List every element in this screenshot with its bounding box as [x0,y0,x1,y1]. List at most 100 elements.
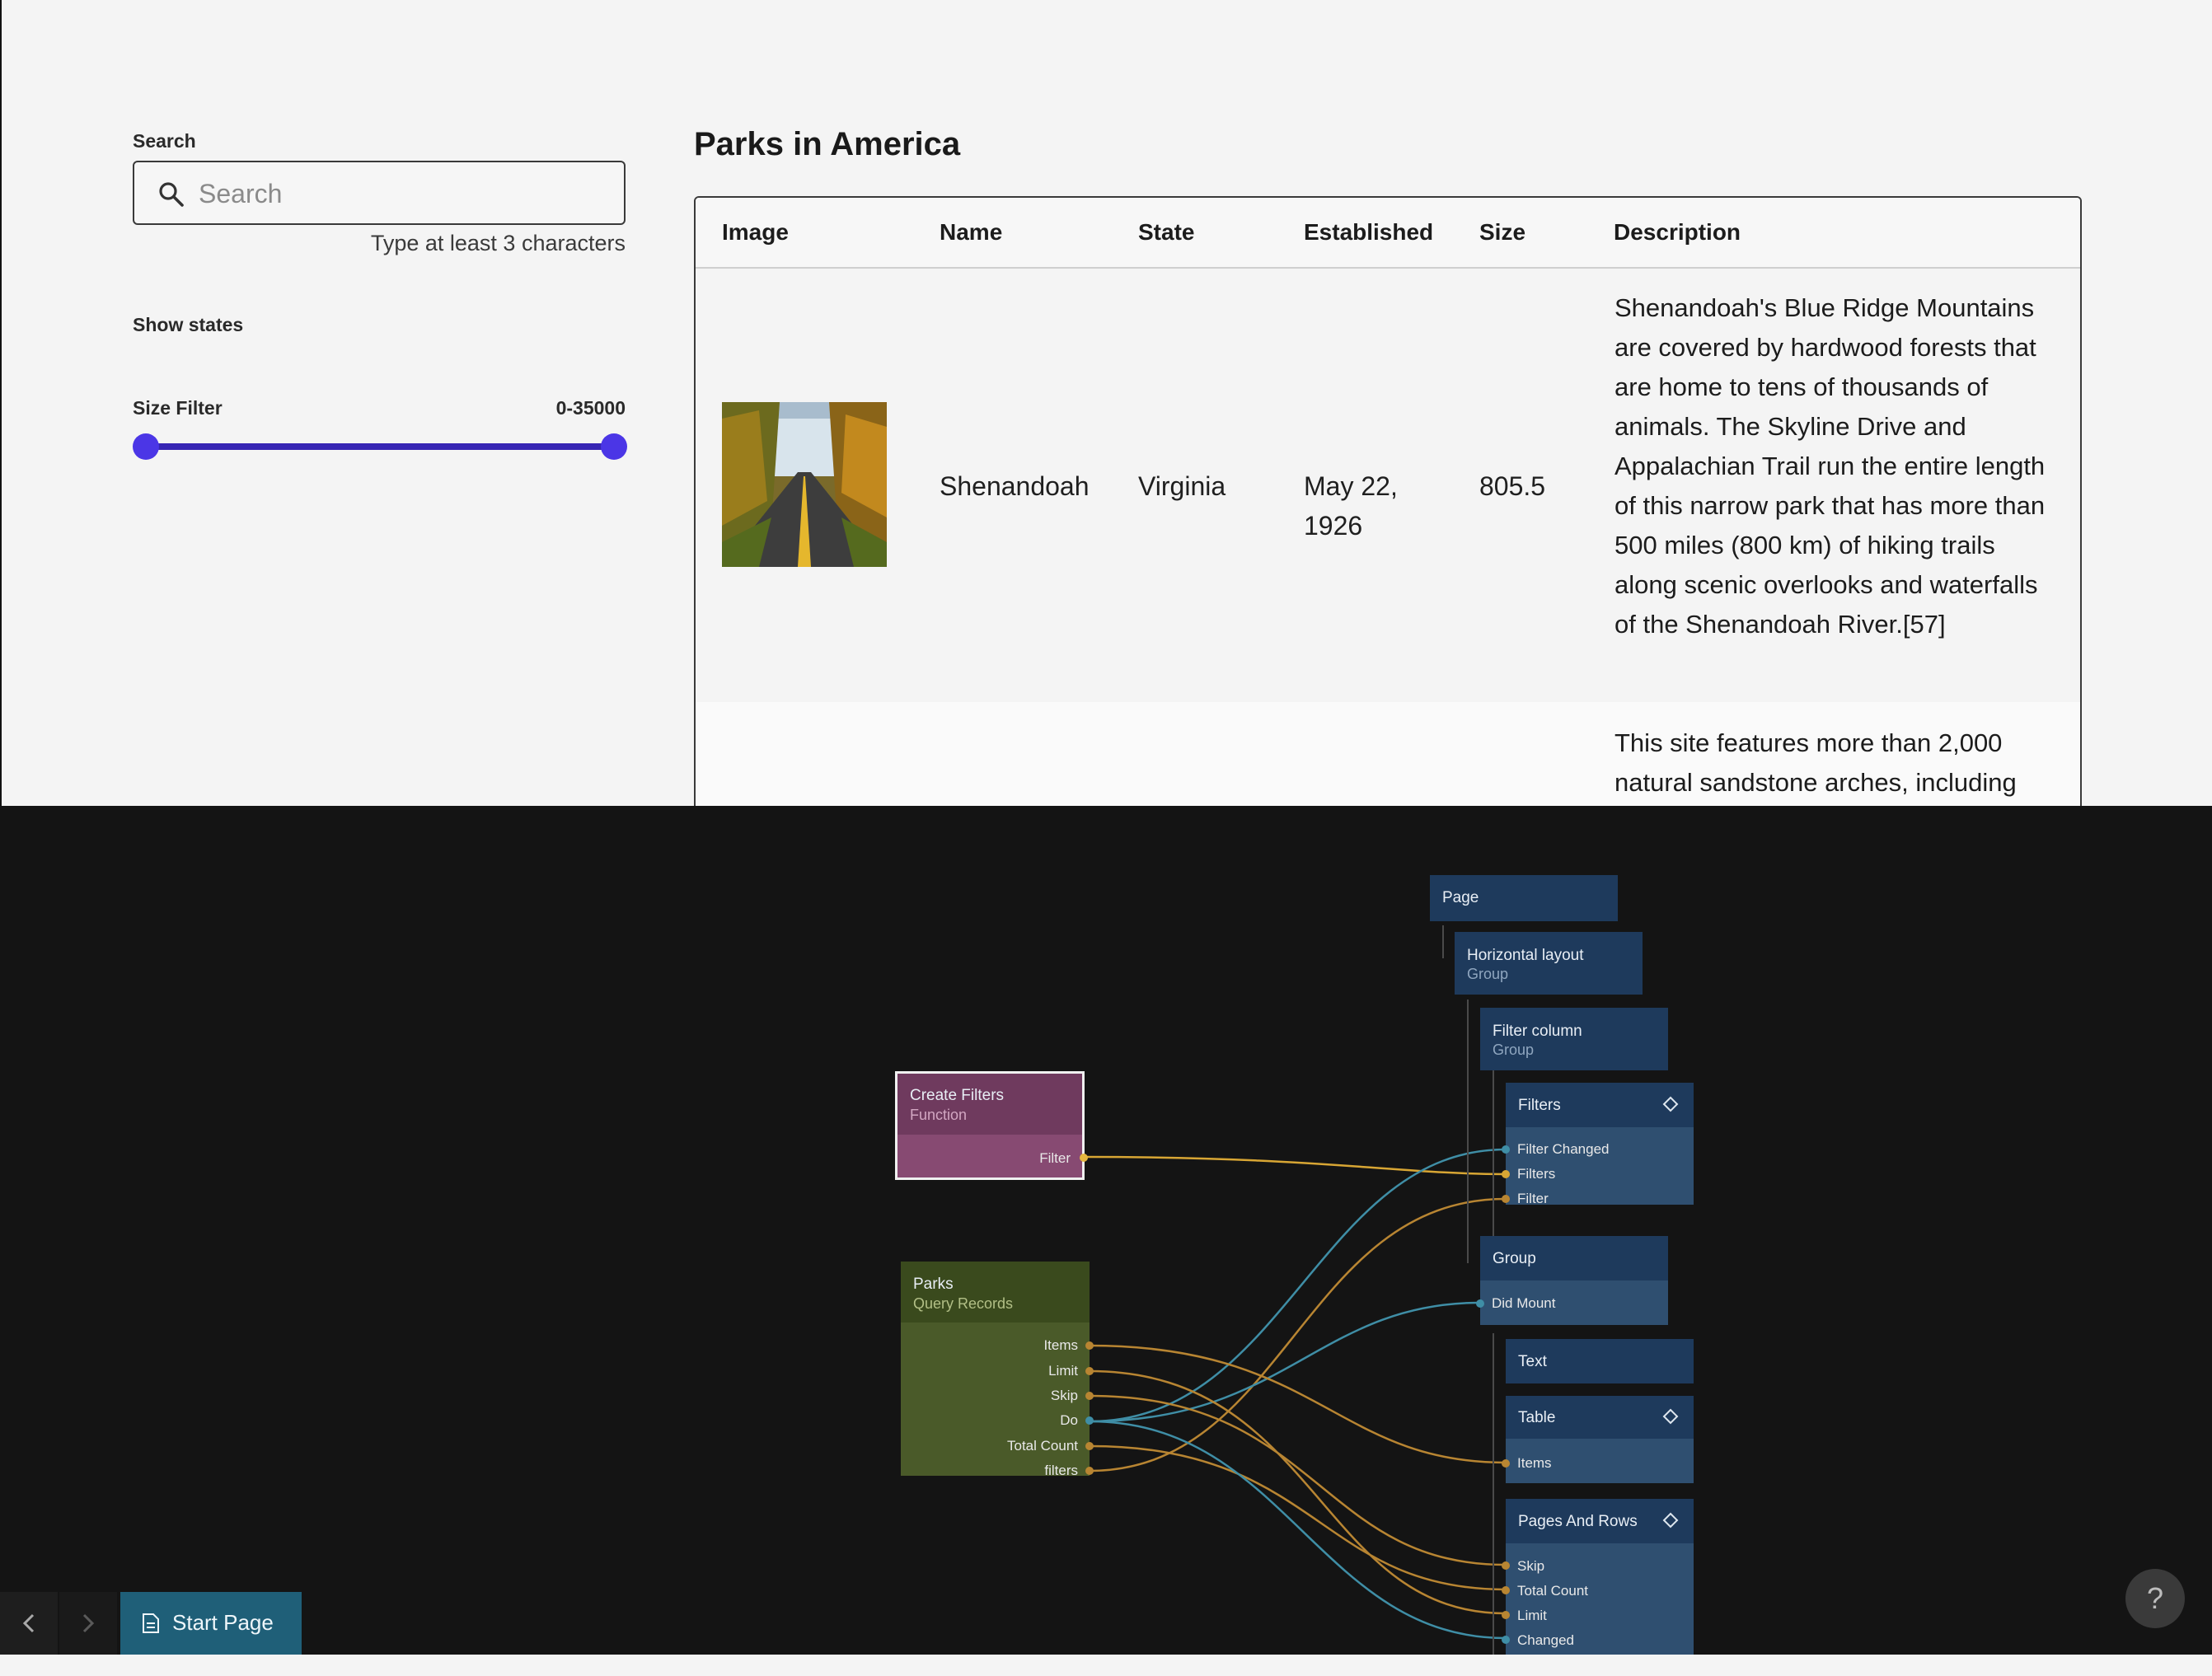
filters-node[interactable]: Filters Filter Changed Filters Filter [1502,1083,1694,1207]
col-image: Image [722,219,789,245]
port-dot[interactable] [1502,1636,1510,1644]
diamond-icon[interactable] [1662,1096,1679,1112]
node-title: Filter column [1493,1023,1582,1040]
help-button[interactable]: ? [2125,1569,2185,1628]
diamond-icon[interactable] [1662,1512,1679,1529]
port-filter[interactable]: Filter [1517,1191,1549,1207]
create-filters-node[interactable]: Create Filters Function Filter [895,1071,1088,1180]
size-filter-value: 0-35000 [555,397,626,419]
search-icon [159,182,184,207]
node-title: Horizontal layout [1467,947,1584,964]
port-filter-changed[interactable]: Filter Changed [1517,1141,1610,1158]
port-dot[interactable] [1085,1341,1094,1350]
port-limit[interactable]: Limit [1517,1608,1547,1624]
search-label: Search [133,130,196,152]
port-dot[interactable] [1502,1145,1510,1154]
node-title: Create Filters [910,1087,1005,1104]
wire [1089,1394,1507,1566]
port-skip[interactable]: Skip [1051,1388,1078,1404]
group-node[interactable]: Group Did Mount [1476,1236,1668,1325]
park-state: Virginia [1138,471,1226,501]
port-changed[interactable]: Changed [1517,1632,1574,1649]
pages-and-rows-node[interactable]: Pages And Rows Skip Total Count Limit Ch… [1502,1499,1694,1655]
text-node[interactable]: Text [1506,1339,1694,1383]
node-graph-editor[interactable]: Create Filters Function Filter Parks Que… [0,806,2212,1655]
node-title: Text [1518,1353,1547,1370]
document-icon [143,1613,159,1633]
wire [1089,1301,1481,1423]
wire [1089,1369,1507,1615]
port-dot[interactable] [1085,1467,1094,1475]
port-items[interactable]: Items [1043,1337,1078,1354]
forward-button[interactable] [59,1592,117,1655]
connection-wires [1084,1148,1507,1640]
size-slider-max-handle[interactable] [601,433,627,460]
port-dot[interactable] [1080,1154,1088,1162]
node-title: Pages And Rows [1518,1513,1638,1530]
park-size: 805.5 [1479,471,1546,501]
search-input[interactable] [197,172,612,215]
tree-guide [1442,925,1444,958]
port-do[interactable]: Do [1060,1412,1078,1429]
port-dot[interactable] [1502,1170,1510,1178]
table-row[interactable]: This site features more than 2,000 natur… [696,702,2080,806]
port-dot[interactable] [1502,1195,1510,1203]
park-description: Shenandoah's Blue Ridge Mountains are co… [1614,293,2046,639]
port-dot[interactable] [1502,1561,1510,1570]
port-limit[interactable]: Limit [1048,1363,1078,1379]
port-filters[interactable]: Filters [1517,1166,1555,1182]
wire [1089,1148,1507,1423]
start-page-tab[interactable]: Start Page [120,1592,302,1655]
park-thumbnail-image [722,402,887,567]
port-total-count[interactable]: Total Count [1007,1438,1078,1454]
port-dot[interactable] [1085,1392,1094,1400]
port-skip[interactable]: Skip [1517,1558,1544,1575]
node-title: Parks [913,1276,954,1293]
horizontal-layout-node[interactable]: Horizontal layout Group [1455,932,1643,995]
col-established: Established [1304,219,1434,245]
parks-query-node[interactable]: Parks Query Records Items Limit Skip Do … [901,1262,1094,1479]
port-dot[interactable] [1502,1611,1510,1619]
node-title: Page [1442,889,1479,906]
page-node[interactable]: Page [1430,875,1618,921]
col-state: State [1138,219,1195,245]
port-dot[interactable] [1502,1586,1510,1594]
park-established: May 22, 1926 [1304,471,1398,541]
parks-table: Image Name State Established Size Descri… [694,196,2082,806]
tree-guide [1493,1333,1494,1655]
size-slider-min-handle[interactable] [133,433,159,460]
back-button[interactable] [0,1592,58,1655]
port-dot[interactable] [1476,1299,1484,1308]
wire [1089,1420,1507,1640]
app-preview: Search Type at least 3 characters Show s… [0,0,2212,806]
node-title: Filters [1518,1097,1561,1114]
start-page-label: Start Page [172,1610,274,1635]
port-filter[interactable]: Filter [1039,1150,1071,1167]
table-node[interactable]: Table Items [1502,1396,1694,1483]
chevron-right-icon [82,1613,95,1633]
port-items[interactable]: Items [1517,1455,1552,1472]
diamond-icon[interactable] [1662,1408,1679,1425]
port-did-mount[interactable]: Did Mount [1492,1295,1555,1312]
size-slider-track[interactable] [145,443,614,450]
search-field[interactable] [133,161,626,225]
park-name: Shenandoah [940,471,1090,501]
page-title: Parks in America [694,126,961,162]
node-subtitle: Query Records [913,1295,1014,1312]
size-filter-label: Size Filter [133,397,223,419]
node-title: Group [1493,1250,1536,1267]
show-states-toggle[interactable]: Show states [133,314,243,336]
port-dot[interactable] [1085,1416,1094,1425]
col-name: Name [940,219,1003,245]
port-dot[interactable] [1085,1442,1094,1450]
port-filters[interactable]: filters [1044,1463,1078,1479]
chevron-left-icon [22,1613,35,1633]
port-dot[interactable] [1502,1459,1510,1468]
node-title: Table [1518,1409,1556,1426]
port-total-count[interactable]: Total Count [1517,1583,1588,1599]
filter-column-node[interactable]: Filter column Group [1480,1008,1668,1070]
port-dot[interactable] [1085,1367,1094,1375]
node-subtitle: Group [1493,1042,1535,1058]
col-description: Description [1614,219,1741,245]
table-header: Image Name State Established Size Descri… [696,198,2080,269]
